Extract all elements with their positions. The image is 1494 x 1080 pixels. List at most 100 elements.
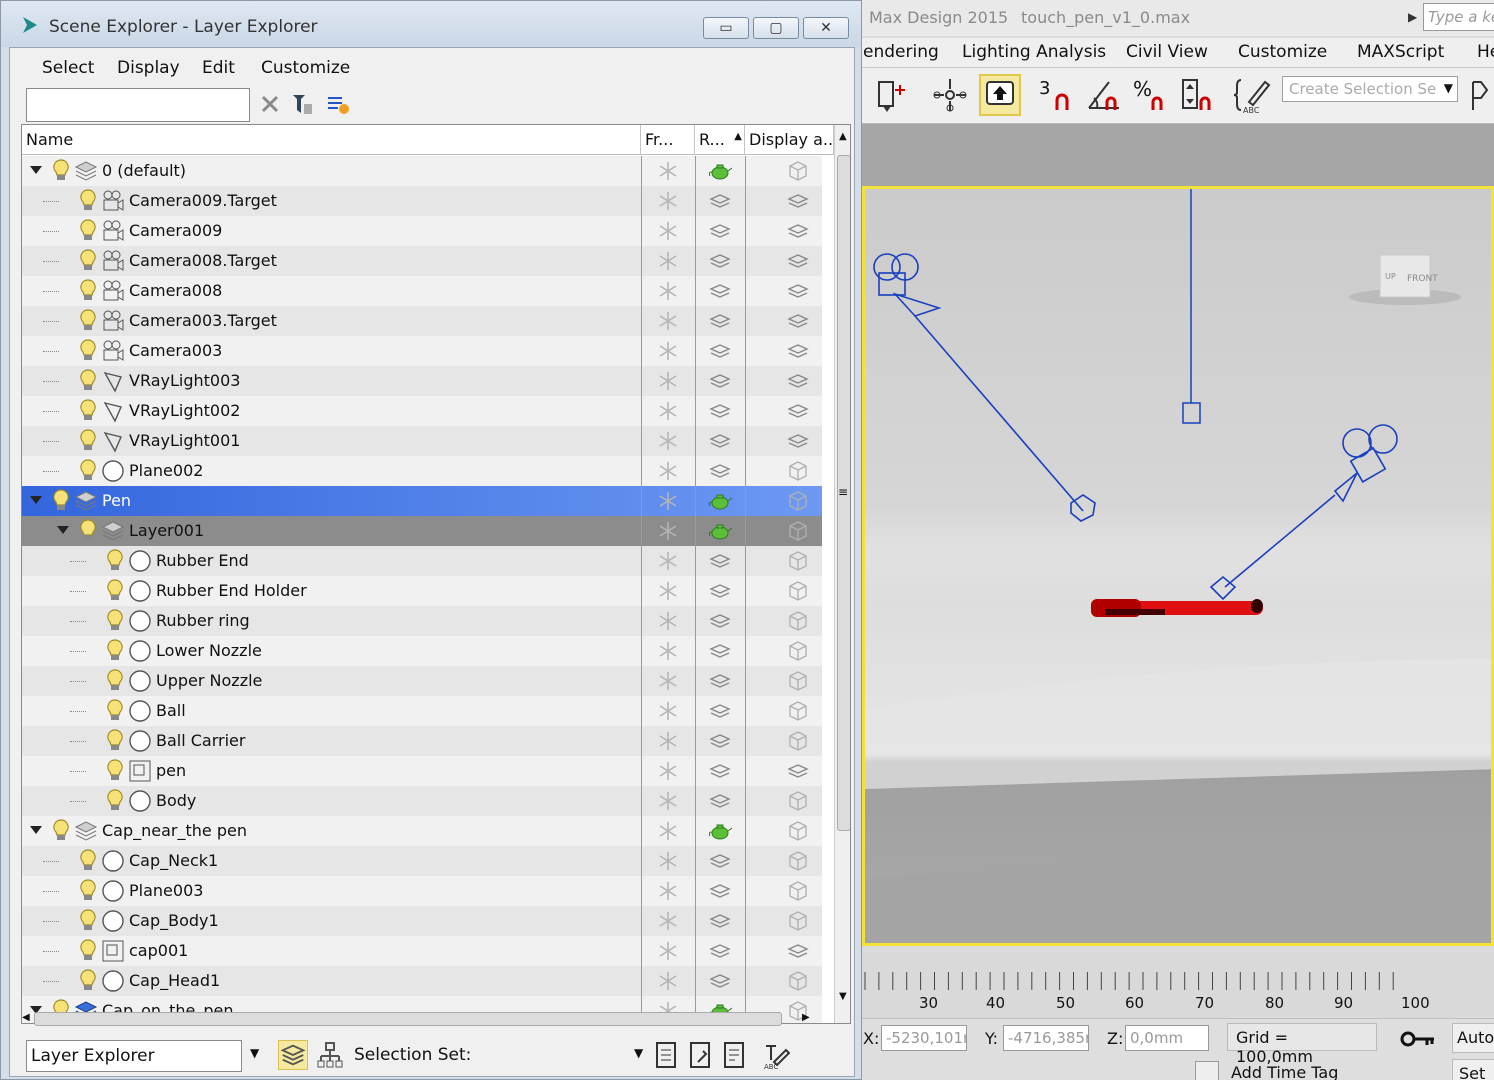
collapse-arrow-icon[interactable] bbox=[55, 522, 71, 538]
vertical-scrollbar[interactable]: ▲ ≡ ▼ bbox=[834, 125, 850, 1023]
renderable-icon[interactable] bbox=[708, 250, 732, 272]
time-tag-icon[interactable] bbox=[1195, 1061, 1219, 1080]
renderable-icon[interactable] bbox=[708, 700, 732, 722]
close-button[interactable]: ✕ bbox=[803, 17, 849, 39]
display-as-box-icon[interactable] bbox=[786, 430, 810, 452]
object-row[interactable]: Lower Nozzle bbox=[22, 636, 822, 666]
edit-named-selection-icon[interactable]: ABC bbox=[1233, 76, 1271, 115]
hide-toggle-bulb-icon[interactable] bbox=[106, 548, 124, 572]
hide-toggle-bulb-icon[interactable] bbox=[79, 938, 97, 962]
explorer-mode-dropdown[interactable]: Layer Explorer bbox=[26, 1040, 242, 1072]
renderable-icon[interactable] bbox=[708, 550, 732, 572]
horizontal-scroll-thumb[interactable] bbox=[34, 1012, 782, 1026]
object-row[interactable]: Camera009.Target bbox=[22, 186, 822, 216]
select-children-icon[interactable] bbox=[290, 92, 314, 116]
display-as-box-icon[interactable] bbox=[786, 850, 810, 872]
hide-toggle-bulb-icon[interactable] bbox=[52, 488, 70, 512]
renderable-icon[interactable] bbox=[708, 400, 732, 422]
object-row[interactable]: Rubber End Holder bbox=[22, 576, 822, 606]
find-input[interactable] bbox=[26, 88, 250, 122]
layer-row[interactable]: Pen bbox=[22, 486, 822, 516]
object-row[interactable]: Ball Carrier bbox=[22, 726, 822, 756]
y-coordinate-field[interactable]: -4716,385r bbox=[1003, 1025, 1089, 1051]
display-as-box-icon[interactable] bbox=[786, 730, 810, 752]
freeze-icon[interactable] bbox=[656, 460, 680, 482]
spinner-snap-icon[interactable] bbox=[1179, 76, 1217, 114]
freeze-icon[interactable] bbox=[656, 850, 680, 872]
freeze-icon[interactable] bbox=[656, 370, 680, 392]
selection-set-dropdown-arrow[interactable]: ▼ bbox=[634, 1046, 643, 1060]
render-teapot-icon[interactable] bbox=[708, 160, 733, 182]
menu-select[interactable]: Select bbox=[42, 58, 94, 78]
renderable-icon[interactable] bbox=[708, 850, 732, 872]
object-row[interactable]: Cap_Body1 bbox=[22, 906, 822, 936]
renderable-icon[interactable] bbox=[708, 970, 732, 992]
render-teapot-icon[interactable] bbox=[708, 820, 733, 842]
hide-toggle-bulb-icon[interactable] bbox=[79, 458, 97, 482]
display-as-box-icon[interactable] bbox=[786, 790, 810, 812]
menu-customize[interactable]: Customize bbox=[1238, 42, 1327, 62]
search-expand-icon[interactable]: ▶ bbox=[1408, 10, 1417, 24]
layer-row[interactable]: Layer001 bbox=[22, 516, 822, 546]
object-row[interactable]: Camera008.Target bbox=[22, 246, 822, 276]
hide-toggle-bulb-icon[interactable] bbox=[52, 158, 70, 182]
menu-lighting-analysis[interactable]: Lighting Analysis bbox=[962, 42, 1106, 62]
freeze-icon[interactable] bbox=[656, 760, 680, 782]
display-as-box-icon[interactable] bbox=[786, 190, 810, 212]
col-name[interactable]: Name bbox=[22, 125, 641, 155]
freeze-icon[interactable] bbox=[656, 160, 680, 182]
hide-toggle-bulb-icon[interactable] bbox=[79, 908, 97, 932]
hide-toggle-bulb-icon[interactable] bbox=[79, 278, 97, 302]
freeze-icon[interactable] bbox=[656, 250, 680, 272]
renderable-icon[interactable] bbox=[708, 280, 732, 302]
rename-selection-set-icon[interactable]: ABC bbox=[762, 1040, 791, 1071]
display-as-box-icon[interactable] bbox=[786, 340, 810, 362]
renderable-icon[interactable] bbox=[708, 730, 732, 752]
freeze-icon[interactable] bbox=[656, 700, 680, 722]
pen-model[interactable] bbox=[1091, 599, 1263, 617]
pivot-icon[interactable] bbox=[931, 76, 969, 114]
display-as-box-icon[interactable] bbox=[786, 700, 810, 722]
hide-toggle-bulb-icon[interactable] bbox=[106, 668, 124, 692]
remove-from-selection-set-icon[interactable] bbox=[722, 1040, 748, 1070]
object-row[interactable]: VRayLight003 bbox=[22, 366, 822, 396]
renderable-icon[interactable] bbox=[708, 790, 732, 812]
freeze-icon[interactable] bbox=[656, 820, 680, 842]
menu-edit[interactable]: Edit bbox=[202, 58, 235, 78]
set-key-button[interactable]: Set I bbox=[1452, 1059, 1494, 1080]
renderable-icon[interactable] bbox=[708, 610, 732, 632]
object-row[interactable]: Cap_Head1 bbox=[22, 966, 822, 996]
freeze-icon[interactable] bbox=[656, 880, 680, 902]
collapse-arrow-icon[interactable] bbox=[28, 492, 44, 508]
viewcube[interactable]: FRONT UP bbox=[1349, 254, 1461, 305]
hide-toggle-bulb-icon[interactable] bbox=[106, 638, 124, 662]
new-selection-set-icon[interactable] bbox=[654, 1040, 680, 1070]
front-viewport[interactable]: FRONT UP bbox=[862, 186, 1494, 946]
z-coordinate-field[interactable]: 0,0mm bbox=[1125, 1025, 1209, 1051]
timeline-ruler[interactable]: 30 40 50 60 70 80 90 100 bbox=[855, 952, 1494, 1018]
display-as-box-icon[interactable] bbox=[786, 880, 810, 902]
renderable-icon[interactable] bbox=[708, 460, 732, 482]
menu-rendering[interactable]: endering bbox=[863, 42, 939, 62]
display-as-box-icon[interactable] bbox=[786, 160, 810, 182]
hide-toggle-bulb-icon[interactable] bbox=[79, 248, 97, 272]
object-row[interactable]: Cap_Neck1 bbox=[22, 846, 822, 876]
renderable-icon[interactable] bbox=[708, 670, 732, 692]
renderable-icon[interactable] bbox=[708, 940, 732, 962]
percent-snap-icon[interactable]: % bbox=[1133, 76, 1171, 114]
display-as-box-icon[interactable] bbox=[786, 250, 810, 272]
freeze-icon[interactable] bbox=[656, 790, 680, 812]
display-as-box-icon[interactable] bbox=[786, 580, 810, 602]
display-as-box-icon[interactable] bbox=[786, 220, 810, 242]
hide-toggle-bulb-icon[interactable] bbox=[79, 218, 97, 242]
hide-toggle-bulb-icon[interactable] bbox=[79, 518, 97, 542]
snap-3d-icon[interactable]: 3 bbox=[1037, 76, 1075, 114]
add-to-selection-set-icon[interactable] bbox=[688, 1040, 714, 1070]
renderable-icon[interactable] bbox=[708, 190, 732, 212]
display-as-box-icon[interactable] bbox=[786, 970, 810, 992]
object-row[interactable]: cap001 bbox=[22, 936, 822, 966]
scroll-down-icon[interactable]: ▼ bbox=[839, 991, 847, 1002]
col-freeze[interactable]: Fr... bbox=[641, 125, 695, 155]
hide-toggle-bulb-icon[interactable] bbox=[79, 308, 97, 332]
freeze-icon[interactable] bbox=[656, 970, 680, 992]
